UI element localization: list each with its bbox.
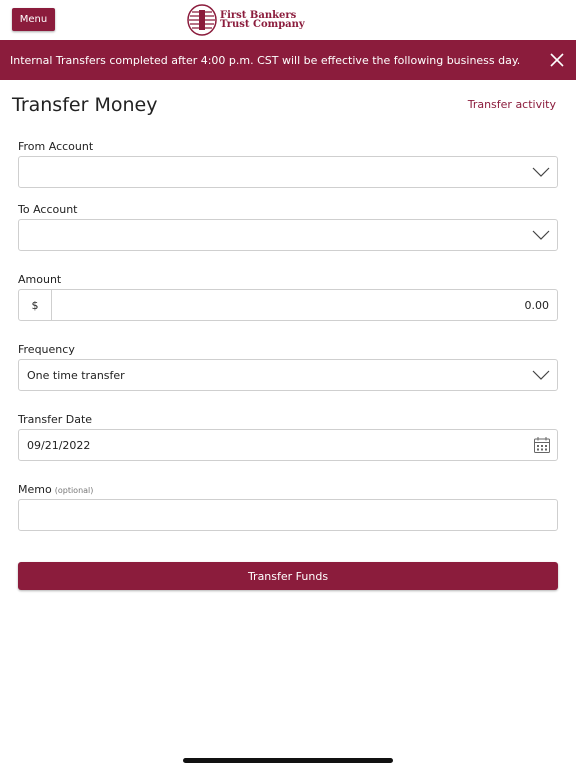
memo-optional-hint: (optional) xyxy=(54,486,94,495)
page-title: Transfer Money xyxy=(12,94,158,116)
to-account-label: To Account xyxy=(18,203,78,216)
bank-logo-mark-icon xyxy=(187,4,217,36)
logo-line-2: Trust Company xyxy=(220,19,305,30)
transfer-date-input[interactable]: 09/21/2022 xyxy=(18,429,558,461)
calendar-icon[interactable] xyxy=(533,436,551,454)
amount-label: Amount xyxy=(18,273,62,286)
transfer-funds-button[interactable]: Transfer Funds xyxy=(18,562,558,590)
home-indicator xyxy=(183,758,393,763)
frequency-select[interactable]: One time transfer xyxy=(18,359,558,391)
transfer-date-value: 09/21/2022 xyxy=(27,438,91,452)
memo-input[interactable] xyxy=(18,499,558,531)
notice-banner: Internal Transfers completed after 4:00 … xyxy=(0,40,576,80)
bank-logo: First Bankers Trust Company xyxy=(186,4,306,36)
chevron-down-icon xyxy=(532,230,550,240)
to-account-select[interactable] xyxy=(18,219,558,251)
transfer-activity-link[interactable]: Transfer activity xyxy=(468,98,556,111)
close-icon[interactable] xyxy=(550,53,564,67)
chevron-down-icon xyxy=(532,167,550,177)
top-bar: Menu First Bankers Trust Company xyxy=(0,0,576,40)
memo-label-text: Memo xyxy=(18,483,52,496)
amount-input[interactable]: $ 0.00 xyxy=(18,289,558,321)
amount-value: 0.00 xyxy=(524,298,550,312)
from-account-label: From Account xyxy=(18,140,94,153)
chevron-down-icon xyxy=(532,370,550,380)
frequency-label: Frequency xyxy=(18,343,75,356)
from-account-select[interactable] xyxy=(18,156,558,188)
memo-label: Memo (optional) xyxy=(18,483,93,496)
menu-button[interactable]: Menu xyxy=(12,8,55,31)
transfer-date-label: Transfer Date xyxy=(18,413,93,426)
notice-message: Internal Transfers completed after 4:00 … xyxy=(10,53,521,67)
currency-prefix: $ xyxy=(19,290,52,320)
frequency-value: One time transfer xyxy=(27,368,125,382)
